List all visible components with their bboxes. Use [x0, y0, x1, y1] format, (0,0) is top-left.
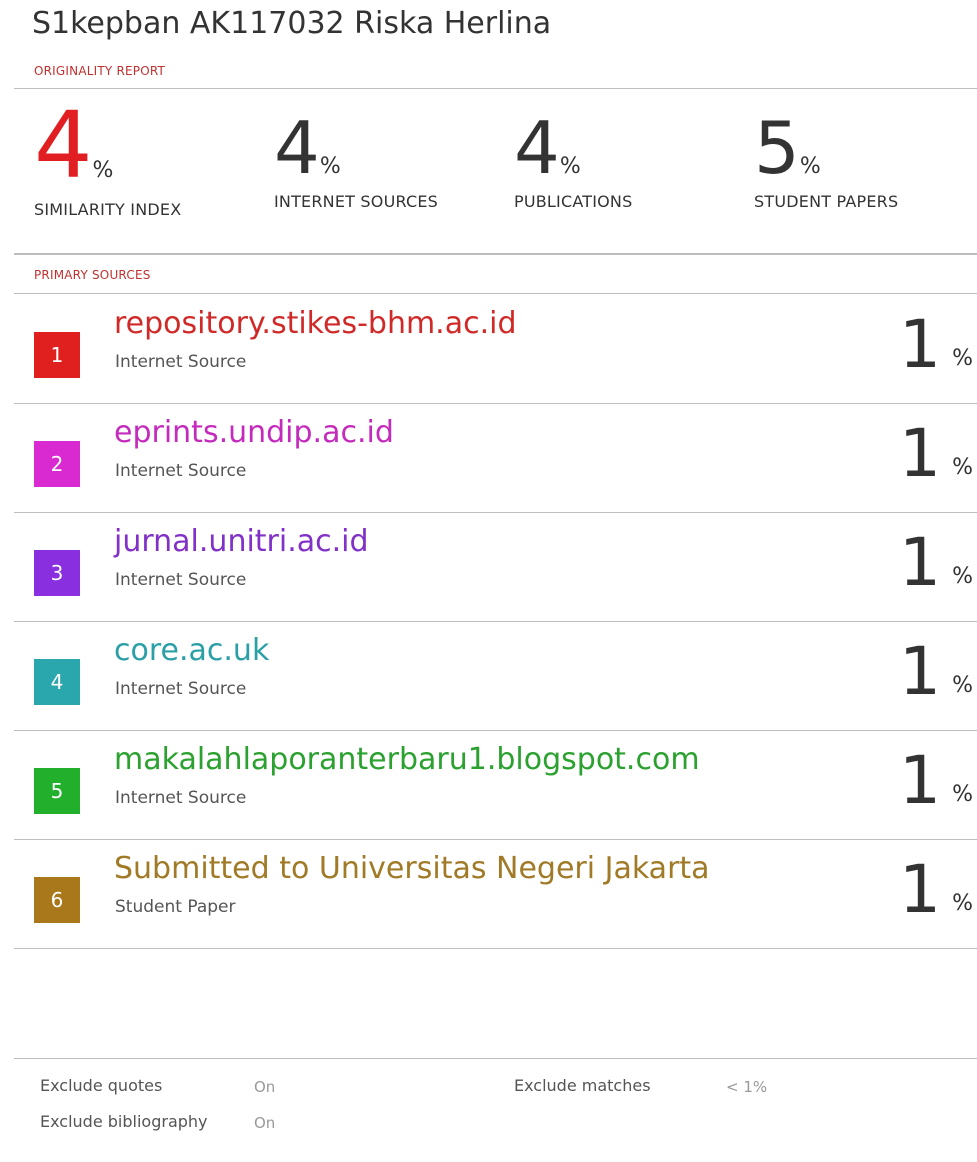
- internet-sources-unit: %: [319, 154, 341, 179]
- stat-student-papers: 5% STUDENT PAPERS: [754, 112, 898, 211]
- source-match-value: 1: [899, 306, 941, 383]
- source-type: Internet Source: [115, 352, 247, 372]
- source-match-unit: %: [952, 564, 973, 589]
- source-rank-badge: 6: [34, 877, 80, 923]
- divider: [14, 621, 977, 622]
- similarity-index-unit: %: [92, 158, 114, 183]
- source-match-unit: %: [952, 346, 973, 371]
- source-row: 2 eprints.undip.ac.id Internet Source 1%: [0, 405, 977, 513]
- originality-report-label: ORIGINALITY REPORT: [34, 64, 166, 78]
- source-name: eprints.undip.ac.id: [114, 415, 394, 450]
- source-match-unit: %: [952, 782, 973, 807]
- source-type: Internet Source: [115, 461, 247, 481]
- source-row: 6 Submitted to Universitas Negeri Jakarta…: [0, 841, 977, 949]
- source-rank-badge: 1: [34, 332, 80, 378]
- source-rank-badge: 2: [34, 441, 80, 487]
- student-papers-value: 5: [754, 106, 800, 190]
- source-row: 4 core.ac.uk Internet Source 1%: [0, 623, 977, 731]
- source-match-value: 1: [899, 851, 941, 928]
- source-match-value: 1: [899, 524, 941, 601]
- publications-unit: %: [559, 154, 581, 179]
- source-name: Submitted to Universitas Negeri Jakarta: [114, 851, 710, 886]
- stat-similarity-index: 4% SIMILARITY INDEX: [34, 92, 182, 220]
- divider: [14, 403, 977, 404]
- source-row: 5 makalahlaporanterbaru1.blogspot.com Inte…: [0, 732, 977, 840]
- source-type: Student Paper: [115, 897, 236, 917]
- source-rank-badge: 3: [34, 550, 80, 596]
- source-match-unit: %: [952, 673, 973, 698]
- source-type: Internet Source: [115, 788, 247, 808]
- source-row: 3 jurnal.unitri.ac.id Internet Source 1%: [0, 514, 977, 622]
- divider: [14, 293, 977, 294]
- exclude-quotes-value: On: [254, 1078, 276, 1096]
- source-match-value: 1: [899, 633, 941, 710]
- source-match-value: 1: [899, 415, 941, 492]
- divider: [14, 948, 977, 949]
- source-name: repository.stikes-bhm.ac.id: [114, 306, 517, 341]
- source-type: Internet Source: [115, 570, 247, 590]
- divider: [14, 1058, 977, 1059]
- source-match-value: 1: [899, 742, 941, 819]
- exclude-matches-value: < 1%: [726, 1078, 768, 1096]
- student-papers-label: STUDENT PAPERS: [754, 192, 899, 211]
- divider: [14, 839, 977, 840]
- similarity-index-value: 4: [34, 92, 93, 199]
- source-match-unit: %: [952, 455, 973, 480]
- student-papers-unit: %: [799, 154, 821, 179]
- primary-sources-label: PRIMARY SOURCES: [34, 268, 151, 282]
- similarity-index-label: SIMILARITY INDEX: [34, 200, 182, 219]
- divider: [14, 730, 977, 731]
- internet-sources-label: INTERNET SOURCES: [274, 192, 439, 211]
- stat-internet-sources: 4% INTERNET SOURCES: [274, 112, 438, 211]
- divider: [14, 88, 977, 89]
- internet-sources-value: 4: [274, 106, 320, 190]
- stat-publications: 4% PUBLICATIONS: [514, 112, 632, 211]
- source-type: Internet Source: [115, 679, 247, 699]
- publications-value: 4: [514, 106, 560, 190]
- source-match-unit: %: [952, 891, 973, 916]
- source-name: makalahlaporanterbaru1.blogspot.com: [114, 742, 700, 777]
- exclude-bibliography-label: Exclude bibliography: [40, 1112, 208, 1131]
- publications-label: PUBLICATIONS: [514, 192, 633, 211]
- source-row: 1 repository.stikes-bhm.ac.id Internet Sou…: [0, 296, 977, 404]
- source-name: core.ac.uk: [114, 633, 270, 668]
- source-rank-badge: 4: [34, 659, 80, 705]
- source-name: jurnal.unitri.ac.id: [114, 524, 369, 559]
- document-title: S1kepban AK117032 Riska Herlina: [32, 6, 552, 41]
- divider: [14, 512, 977, 513]
- source-rank-badge: 5: [34, 768, 80, 814]
- divider: [14, 253, 977, 255]
- exclude-matches-label: Exclude matches: [514, 1076, 651, 1095]
- exclude-quotes-label: Exclude quotes: [40, 1076, 163, 1095]
- exclude-bibliography-value: On: [254, 1114, 276, 1132]
